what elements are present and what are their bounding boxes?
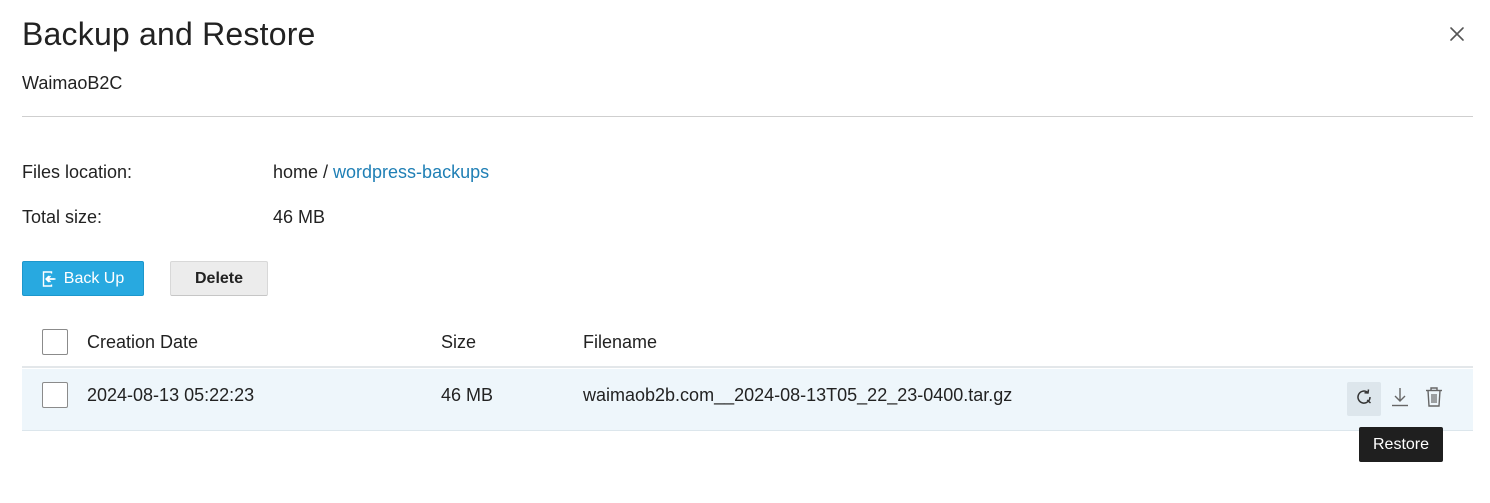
dialog-title: Backup and Restore	[22, 16, 316, 52]
total-size-value: 46 MB	[273, 207, 326, 227]
delete-row-button[interactable]	[1417, 382, 1451, 416]
header-divider	[22, 116, 1473, 117]
delete-button[interactable]: Delete	[170, 261, 268, 296]
backup-restore-dialog: Backup and Restore WaimaoB2C Files locat…	[0, 0, 1490, 503]
restore-button[interactable]	[1347, 382, 1381, 416]
files-location-value: home / wordpress-backups	[273, 162, 489, 183]
files-location-link[interactable]: wordpress-backups	[333, 162, 489, 182]
backup-export-icon	[42, 270, 57, 287]
back-up-label: Back Up	[63, 269, 125, 287]
close-button[interactable]	[1446, 25, 1468, 47]
close-icon	[1449, 26, 1465, 47]
column-header-filename[interactable]: Filename	[583, 332, 657, 353]
download-icon	[1390, 386, 1410, 413]
download-button[interactable]	[1383, 382, 1417, 416]
column-header-creation-date[interactable]: Creation Date	[87, 332, 198, 353]
row-filename: waimaob2b.com__2024-08-13T05_22_23-0400.…	[583, 385, 1013, 405]
row-size: 46 MB	[441, 385, 494, 405]
restore-tooltip: Restore	[1359, 427, 1443, 462]
files-location-label: Files location:	[22, 162, 133, 182]
files-location-prefix: home /	[273, 162, 334, 182]
select-all-checkbox[interactable]	[42, 329, 68, 355]
row-creation-date: 2024-08-13 05:22:23	[87, 385, 255, 405]
trash-icon	[1424, 386, 1444, 413]
total-size-label: Total size:	[22, 207, 103, 227]
dialog-subtitle: WaimaoB2C	[22, 73, 123, 93]
row-checkbox[interactable]	[42, 382, 68, 408]
table-header: Creation Date Size Filename	[22, 318, 1473, 368]
delete-label: Delete	[194, 269, 244, 287]
back-up-button[interactable]: Back Up	[22, 261, 144, 296]
restore-icon	[1354, 387, 1374, 412]
column-header-size[interactable]: Size	[441, 332, 476, 353]
table-row[interactable]: 2024-08-13 05:22:23 46 MB waimaob2b.com_…	[22, 369, 1473, 431]
